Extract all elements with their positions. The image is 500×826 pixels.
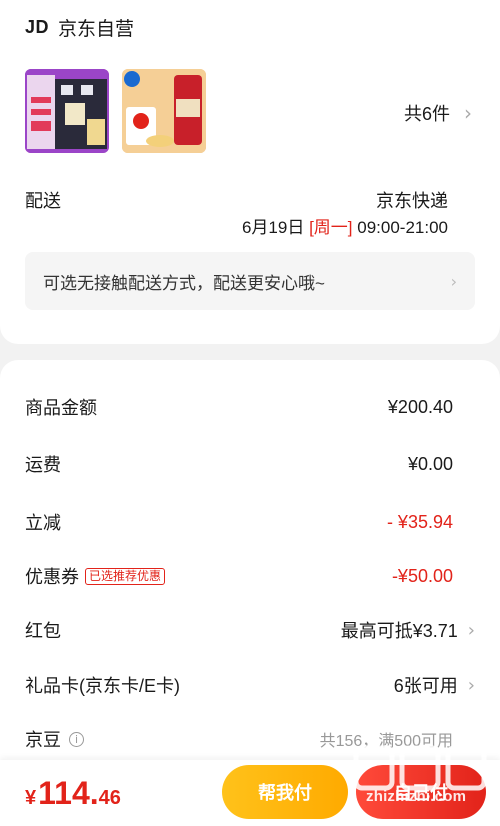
row-coupon[interactable]: 优惠券 已选推荐优惠 -¥50.00 [25, 563, 475, 589]
row-value-group: 最高可抵¥3.71 › [341, 617, 475, 643]
row-value: ¥200.40 [387, 396, 453, 417]
chevron-right-icon: › [467, 674, 475, 696]
self-pay-button[interactable]: 自己付 [356, 765, 486, 819]
row-value: 共156，满500可用 [319, 733, 453, 750]
order-card: JD 京东自营 共6件 › 配送 京东快递 6月19日 [周一] 09:00-2… [0, 0, 500, 344]
row-shipping-fee: 运费 ¥0.00 [25, 451, 475, 477]
row-label: 京豆 [25, 730, 61, 750]
total-integer: 114. [38, 775, 99, 811]
row-label-group: 优惠券 已选推荐优惠 [25, 563, 166, 589]
notice-text: 可选无接触配送方式，配送更安心哦~ [43, 273, 325, 293]
row-value: 最高可抵¥3.71 [340, 621, 458, 641]
row-value-group: 6张可用 › [394, 672, 475, 698]
product-count[interactable]: 共6件 › [404, 100, 472, 126]
row-goods-amount: 商品金额 ¥200.40 [25, 394, 475, 420]
row-gift-card[interactable]: 礼品卡(京东卡/E卡) 6张可用 › [25, 672, 475, 698]
info-icon[interactable]: i [69, 731, 84, 747]
row-value: - ¥35.94 [386, 511, 453, 532]
shipping-label: 配送 [25, 191, 61, 211]
row-red-packet[interactable]: 红包 最高可抵¥3.71 › [25, 617, 475, 643]
chevron-right-icon: › [450, 271, 457, 291]
row-label: 红包 [25, 621, 61, 641]
row-label: 商品金额 [25, 398, 97, 418]
shop-name: 京东自营 [58, 18, 135, 40]
row-value: ¥0.00 [407, 453, 453, 474]
shipping-weekday: [周一] [309, 218, 353, 237]
shop-header: JD 京东自营 [25, 14, 134, 40]
jd-logo: JD [25, 16, 50, 37]
shipping-date: 6月19日 [241, 218, 305, 237]
row-instant-discount: 立减 - ¥35.94 [25, 509, 475, 535]
coupon-tag: 已选推荐优惠 [85, 567, 166, 585]
row-value: -¥50.00 [391, 565, 453, 586]
chevron-right-icon: › [467, 619, 475, 641]
total-decimal: 46 [98, 787, 121, 809]
shipping-method[interactable]: 京东快递 [376, 187, 448, 213]
row-label: 立减 [25, 513, 61, 533]
total-price: ¥ 114. 46 [25, 775, 121, 812]
product-count-label: 共6件 [403, 104, 450, 124]
shipping-window: 09:00-21:00 [357, 218, 448, 237]
help-me-pay-button[interactable]: 帮我付 [222, 765, 348, 819]
chevron-right-icon: › [464, 101, 472, 125]
currency-symbol: ¥ [25, 787, 37, 809]
row-value: 6张可用 [393, 676, 458, 696]
product-thumbnail-snack[interactable] [122, 69, 206, 153]
checkout-bar: ¥ 114. 46 帮我付 自己付 [0, 760, 500, 826]
row-label: 优惠券 [25, 567, 79, 587]
contactless-delivery-notice[interactable]: 可选无接触配送方式，配送更安心哦~ › [25, 252, 475, 310]
shipping-time[interactable]: 6月19日 [周一] 09:00-21:00 [242, 213, 448, 238]
row-label-group: 京豆 i [25, 726, 84, 752]
row-label: 礼品卡(京东卡/E卡) [25, 676, 180, 696]
price-summary-card: 商品金额 ¥200.40 运费 ¥0.00 立减 - ¥35.94 优惠券 已选… [0, 360, 500, 826]
product-thumbnail-tissue[interactable] [25, 69, 109, 153]
row-jd-beans[interactable]: 京豆 i 共156，满500可用 [25, 726, 475, 752]
row-label: 运费 [25, 455, 61, 475]
